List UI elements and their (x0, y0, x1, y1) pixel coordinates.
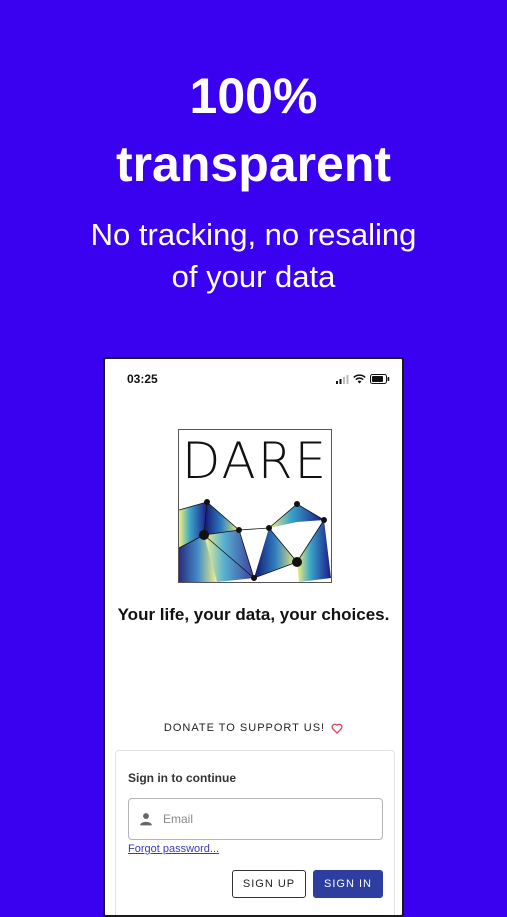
email-field[interactable] (128, 798, 383, 840)
logo-text: DARE (181, 432, 329, 490)
tagline: Your life, your data, your choices. (117, 605, 390, 624)
donate-link[interactable]: DONATE TO SUPPORT US! (105, 722, 402, 734)
subline-line-2: of your data (171, 259, 336, 294)
subline-line-1: No tracking, no resaling (90, 217, 417, 252)
wifi-icon (353, 374, 366, 384)
status-icons (336, 373, 390, 385)
promo-headline: 100% transparent (0, 62, 507, 198)
status-time: 03:25 (127, 372, 158, 386)
battery-icon (370, 374, 390, 384)
signin-card: Sign in to continue Forgot password... S… (115, 750, 395, 915)
forgot-password-link[interactable]: Forgot password... (128, 843, 219, 855)
person-icon (140, 813, 152, 826)
sign-in-button[interactable]: SIGN IN (313, 870, 383, 898)
donate-label: DONATE TO SUPPORT US! (163, 722, 326, 734)
logo-network-art (179, 499, 331, 582)
headline-line-2: transparent (115, 136, 392, 192)
email-input[interactable] (161, 811, 365, 827)
promo-subline: No tracking, no resaling of your data (0, 214, 507, 298)
status-bar: 03:25 (105, 359, 402, 395)
heart-icon (331, 723, 343, 734)
phone-mockup: 03:25 DARE Your life, your data, your ch… (103, 357, 404, 917)
signal-icon (336, 375, 349, 384)
signin-title: Sign in to continue (128, 771, 236, 785)
headline-line-1: 100% (189, 68, 318, 124)
sign-up-button[interactable]: SIGN UP (232, 870, 306, 898)
dare-logo: DARE (178, 429, 332, 583)
